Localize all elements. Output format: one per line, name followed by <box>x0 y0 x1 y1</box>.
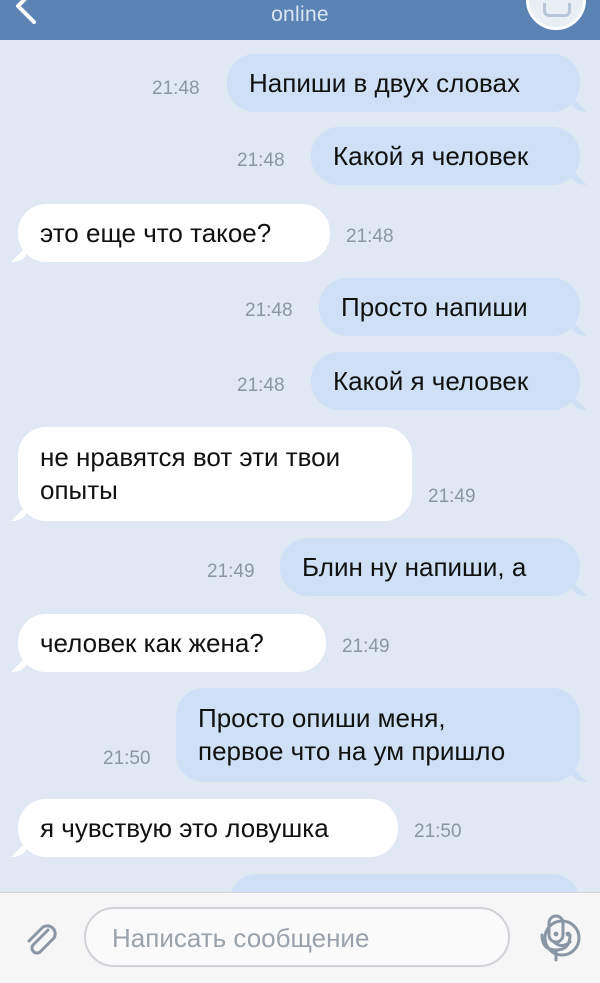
message-bubble[interactable]: человек как жена? <box>18 614 326 672</box>
message-list[interactable]: 21:48 Напиши в двух словах 21:48 Какой я… <box>0 40 600 892</box>
message-text-line: Просто опиши меня, <box>198 703 446 733</box>
message-time: 21:49 <box>428 486 476 507</box>
message-bubble[interactable]: Просто опиши меня, первое что на ум приш… <box>176 688 580 782</box>
message-text-line: первое что на ум пришло <box>198 736 506 766</box>
message-input[interactable] <box>112 919 442 957</box>
paperclip-icon[interactable] <box>22 921 60 959</box>
message-bubble[interactable]: Просто напиши <box>319 278 580 336</box>
message-text: Какой я человек <box>333 365 529 396</box>
message-time: 21:50 <box>414 821 462 842</box>
camera-icon <box>543 3 571 17</box>
message-text: я чувствую это ловушка <box>40 812 329 843</box>
message-text: Блин ну напиши, а <box>302 551 527 582</box>
message-time: 21:48 <box>237 375 285 396</box>
message-text: Какой я человек <box>333 140 529 171</box>
microphone-icon[interactable] <box>536 913 576 965</box>
message-text: это еще что такое? <box>40 217 272 248</box>
message-bubble[interactable]: не нравятся вот эти твои опыты <box>18 427 412 521</box>
message-bubble[interactable]: Напиши в двух словах <box>227 54 580 112</box>
message-text: человек как жена? <box>40 627 264 658</box>
composer-bar <box>0 892 600 983</box>
message-time: 21:49 <box>207 561 255 582</box>
message-input-field[interactable] <box>84 907 581 967</box>
chat-header: online <box>0 0 600 40</box>
message-time: 21:49 <box>342 636 390 657</box>
message-bubble[interactable]: это еще что такое? <box>18 204 330 262</box>
message-time: 21:48 <box>245 300 293 321</box>
message-time: 21:48 <box>346 226 394 247</box>
message-bubble[interactable] <box>229 874 580 892</box>
message-bubble[interactable]: Какой я человек <box>311 352 580 410</box>
message-time: 21:50 <box>103 748 151 769</box>
online-status: online <box>271 3 329 26</box>
message-text-line: не нравятся вот эти твои <box>40 442 341 472</box>
message-bubble[interactable]: я чувствую это ловушка <box>18 799 398 857</box>
message-text-line: опыты <box>40 475 118 505</box>
message-text: Просто напиши <box>341 291 528 322</box>
message-text: Напиши в двух словах <box>249 67 521 98</box>
message-bubble[interactable]: Блин ну напиши, а <box>280 538 580 596</box>
message-time: 21:48 <box>237 150 285 171</box>
message-time: 21:48 <box>152 78 200 99</box>
message-bubble[interactable]: Какой я человек <box>311 127 580 185</box>
